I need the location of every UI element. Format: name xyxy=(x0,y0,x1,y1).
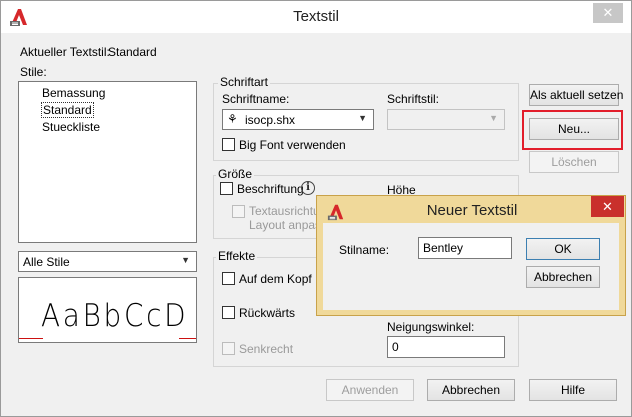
vertical-label: Senkrecht xyxy=(239,342,294,356)
new-style-dialog-body: Stilname: Bentley OK Abbrechen xyxy=(323,223,619,310)
style-name-input[interactable]: Bentley xyxy=(418,237,512,259)
textstyle-dialog: Textstil ✕ Aktueller Textstil: Standard … xyxy=(0,0,632,417)
chevron-down-icon: ▼ xyxy=(489,113,498,123)
window-title: Textstil xyxy=(293,8,339,25)
chevron-down-icon: ▼ xyxy=(358,113,367,123)
info-icon[interactable]: i xyxy=(301,181,315,195)
font-style-label: Schriftstil: xyxy=(387,92,440,106)
oblique-angle-value: 0 xyxy=(392,340,399,354)
style-preview: AaBbCcD xyxy=(18,277,197,343)
delete-button[interactable]: Löschen xyxy=(529,151,619,173)
dialog-cancel-button[interactable]: Abbrechen xyxy=(526,266,600,288)
vertical-checkbox[interactable] xyxy=(222,342,235,355)
list-item-selected[interactable]: Standard xyxy=(41,102,94,118)
title-bar: Textstil ✕ xyxy=(1,1,631,33)
size-group-title: Größe xyxy=(216,167,255,181)
font-name-label: Schriftname: xyxy=(222,92,290,106)
upside-down-checkbox[interactable] xyxy=(222,272,235,285)
close-icon: ✕ xyxy=(602,5,614,20)
window-close-button[interactable]: ✕ xyxy=(593,3,623,23)
font-name-dropdown[interactable]: ⚘ isocp.shx ▼ xyxy=(222,109,374,130)
font-style-dropdown[interactable]: ▼ xyxy=(387,109,505,130)
current-style-label: Aktueller Textstil: xyxy=(20,45,110,59)
bigfont-label: Big Font verwenden xyxy=(239,138,346,152)
close-icon: ✕ xyxy=(602,199,613,214)
help-button[interactable]: Hilfe xyxy=(529,379,617,401)
styles-label: Stile: xyxy=(20,65,47,79)
styles-filter-value: Alle Stile xyxy=(23,255,70,269)
annotative-label: Beschriftung xyxy=(237,182,304,196)
font-group-title: Schriftart xyxy=(218,75,271,89)
cancel-button[interactable]: Abbrechen xyxy=(427,379,515,401)
styles-listbox[interactable]: Bemassung Standard Stueckliste xyxy=(18,81,197,243)
oblique-angle-label: Neigungswinkel: xyxy=(387,320,475,334)
preview-text: AaBbCcD xyxy=(41,298,189,334)
new-style-dialog-title: Neuer Textstil xyxy=(426,202,518,219)
effects-group-title: Effekte xyxy=(216,249,258,263)
oblique-angle-input[interactable]: 0 xyxy=(387,336,505,358)
new-button-highlight xyxy=(522,110,623,150)
preview-baseline-right xyxy=(179,338,196,339)
style-name-label: Stilname: xyxy=(339,243,390,257)
preview-baseline-left xyxy=(19,338,43,339)
set-current-button[interactable]: Als aktuell setzen xyxy=(529,84,623,106)
backwards-label: Rückwärts xyxy=(239,306,296,320)
ok-button[interactable]: OK xyxy=(526,238,600,260)
style-name-value: Bentley xyxy=(423,241,464,255)
new-style-close-button[interactable]: ✕ xyxy=(591,196,624,217)
styles-filter-dropdown[interactable]: Alle Stile ▼ xyxy=(18,251,197,272)
apply-button[interactable]: Anwenden xyxy=(326,379,414,401)
upside-down-label: Auf dem Kopf xyxy=(239,272,312,286)
bigfont-checkbox[interactable] xyxy=(222,138,235,151)
current-style-value: Standard xyxy=(108,45,157,59)
font-name-value: isocp.shx xyxy=(245,113,296,127)
backwards-checkbox[interactable] xyxy=(222,306,235,319)
match-orientation-checkbox[interactable] xyxy=(232,205,245,218)
shx-font-icon: ⚘ xyxy=(227,112,238,126)
list-item[interactable]: Stueckliste xyxy=(42,120,100,134)
chevron-down-icon: ▼ xyxy=(181,255,190,265)
match-orientation-label: Textausrichtun xyxy=(249,204,327,218)
annotative-checkbox[interactable] xyxy=(220,182,233,195)
new-style-dialog: Neuer Textstil ✕ Stilname: Bentley OK Ab… xyxy=(316,195,626,316)
list-item[interactable]: Bemassung xyxy=(42,86,105,100)
